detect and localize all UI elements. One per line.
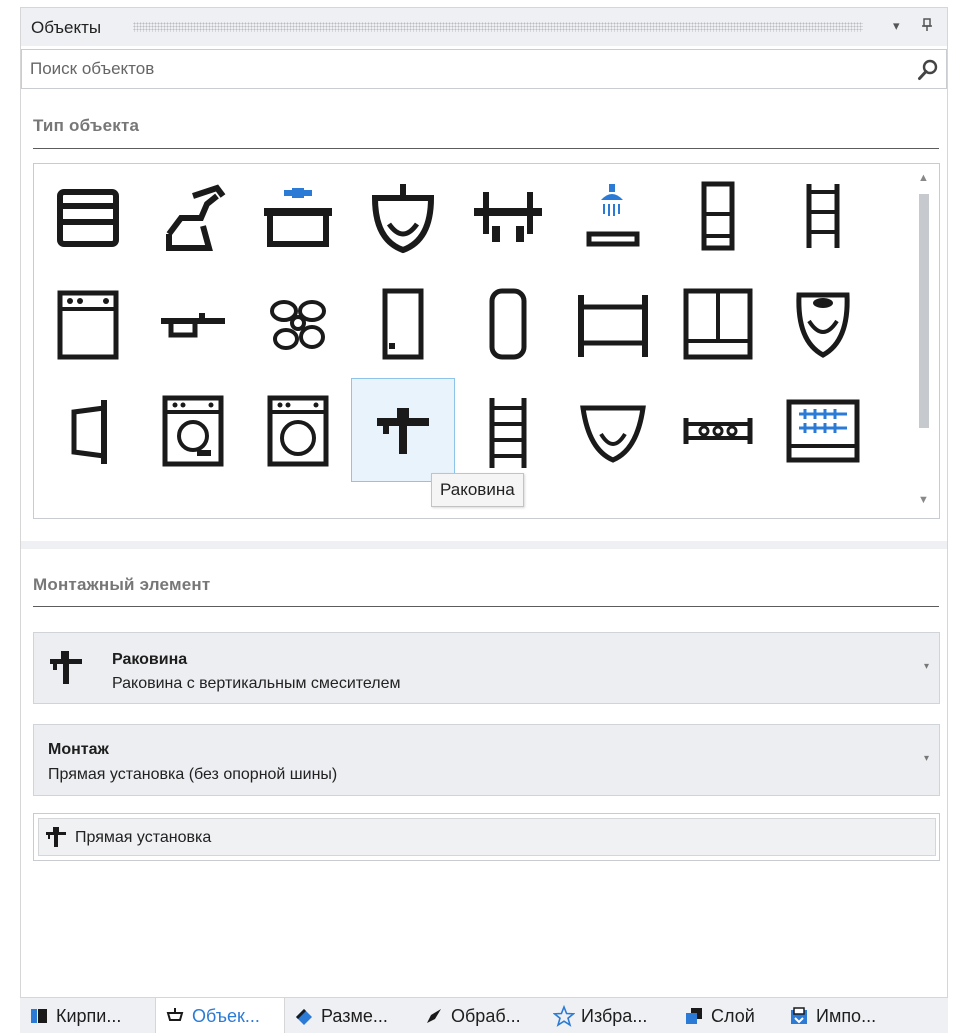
object-type-title: Раковина: [112, 651, 188, 668]
list-item[interactable]: Прямая установка: [38, 818, 936, 856]
tab-dimensions[interactable]: Разме...: [285, 998, 415, 1033]
panel-menu-icon[interactable]: ▾: [893, 18, 900, 34]
object-icon: [166, 1008, 184, 1021]
heating-panel-icon[interactable]: [771, 378, 875, 482]
tab-objects[interactable]: Объек...: [155, 998, 285, 1033]
wall-washbasin-icon[interactable]: [36, 378, 140, 482]
wall-faucet-icon[interactable]: [141, 164, 245, 268]
section-separator: [21, 541, 947, 549]
drag-grip[interactable]: [133, 22, 863, 32]
urinal-icon[interactable]: [561, 378, 665, 482]
bottom-tab-bar: Кирпи... Объек... Разме... Обраб... Избр…: [20, 997, 948, 1033]
chevron-down-icon[interactable]: ▾: [924, 661, 929, 672]
shelf-rack-icon[interactable]: [771, 164, 875, 268]
tab-import[interactable]: Импо...: [780, 998, 910, 1033]
toilet-front-icon[interactable]: [771, 271, 875, 375]
double-washbasin-icon[interactable]: [141, 485, 245, 518]
list-item-label: Прямая установка: [75, 829, 212, 846]
shower-icon[interactable]: [561, 164, 665, 268]
cabinet-tall-icon[interactable]: [666, 164, 770, 268]
scroll-down-icon[interactable]: ▼: [918, 494, 929, 506]
bathtub-tap-icon[interactable]: [246, 164, 350, 268]
divider: [33, 148, 939, 149]
mount-subtitle: Прямая установка (без опорной шины): [48, 766, 338, 783]
oven-icon[interactable]: [36, 271, 140, 375]
pin-icon[interactable]: [921, 18, 933, 35]
tab-label: Импо...: [816, 1005, 877, 1026]
mount-variant-list: Прямая установка: [33, 813, 940, 861]
tab-label: Обраб...: [451, 1005, 521, 1026]
towel-radiator-icon[interactable]: [456, 378, 560, 482]
wardrobe-icon[interactable]: [666, 271, 770, 375]
search-icon[interactable]: [916, 58, 940, 82]
cabinet-tall-icon[interactable]: [246, 485, 350, 518]
washbasin-icon: [46, 827, 66, 847]
tooltip: Раковина: [431, 473, 524, 507]
scroll-thumb[interactable]: [919, 194, 929, 428]
double-washbasin-icon[interactable]: [456, 164, 560, 268]
tab-label: Избра...: [581, 1005, 648, 1026]
washing-machine-icon[interactable]: [141, 378, 245, 482]
gallery-scrollbar[interactable]: ▲ ▼: [909, 164, 939, 518]
sink-drain-icon[interactable]: [141, 271, 245, 375]
tab-layer[interactable]: Слой: [675, 998, 780, 1033]
import-icon: [791, 1007, 807, 1024]
tab-favorites[interactable]: Избра...: [545, 998, 675, 1033]
object-type-heading: Тип объекта: [33, 116, 140, 135]
divider: [33, 606, 939, 607]
washbasin-icon[interactable]: [351, 378, 455, 482]
bath-oval-icon[interactable]: [456, 271, 560, 375]
urinal-front-icon[interactable]: [351, 164, 455, 268]
tab-label: Разме...: [321, 1005, 388, 1026]
door-icon[interactable]: [351, 271, 455, 375]
search-input[interactable]: [30, 57, 890, 81]
search-box: [21, 49, 947, 89]
brick-icon: [31, 1009, 47, 1023]
bathtub-top-icon[interactable]: [36, 485, 140, 518]
panel-titlebar[interactable]: Объекты ▾: [21, 8, 947, 46]
object-type-gallery: ▲ ▼: [33, 163, 940, 519]
tab-bricks[interactable]: Кирпи...: [20, 998, 155, 1033]
scroll-up-icon[interactable]: ▲: [918, 172, 929, 184]
mount-title: Монтаж: [48, 741, 109, 758]
fan-icon[interactable]: [246, 271, 350, 375]
tab-label: Объек...: [192, 1005, 260, 1026]
dryer-icon[interactable]: [246, 378, 350, 482]
object-type-subtitle: Раковина с вертикальным смесителем: [112, 675, 401, 692]
dimension-icon: [296, 1009, 312, 1025]
panel-title: Объекты: [31, 18, 102, 37]
star-icon: [553, 1005, 575, 1027]
washbasin-icon: [50, 651, 82, 684]
object-type-dropdown[interactable]: Раковина Раковина с вертикальным смесите…: [33, 632, 940, 704]
layer-icon: [686, 1008, 702, 1024]
tab-processing[interactable]: Обраб...: [415, 998, 545, 1033]
tab-label: Слой: [711, 1005, 755, 1026]
objects-panel: Объекты ▾ Тип объекта: [20, 7, 948, 997]
bathtub-top-icon[interactable]: [36, 164, 140, 268]
mount-dropdown[interactable]: Монтаж Прямая установка (без опорной шин…: [33, 724, 940, 796]
chevron-down-icon[interactable]: ▾: [924, 753, 929, 764]
mount-element-heading: Монтажный элемент: [33, 575, 211, 594]
bed-frame-icon[interactable]: [561, 271, 665, 375]
radiator-low-icon[interactable]: [666, 378, 770, 482]
tab-label: Кирпи...: [56, 1005, 122, 1026]
brush-icon: [427, 1009, 441, 1023]
